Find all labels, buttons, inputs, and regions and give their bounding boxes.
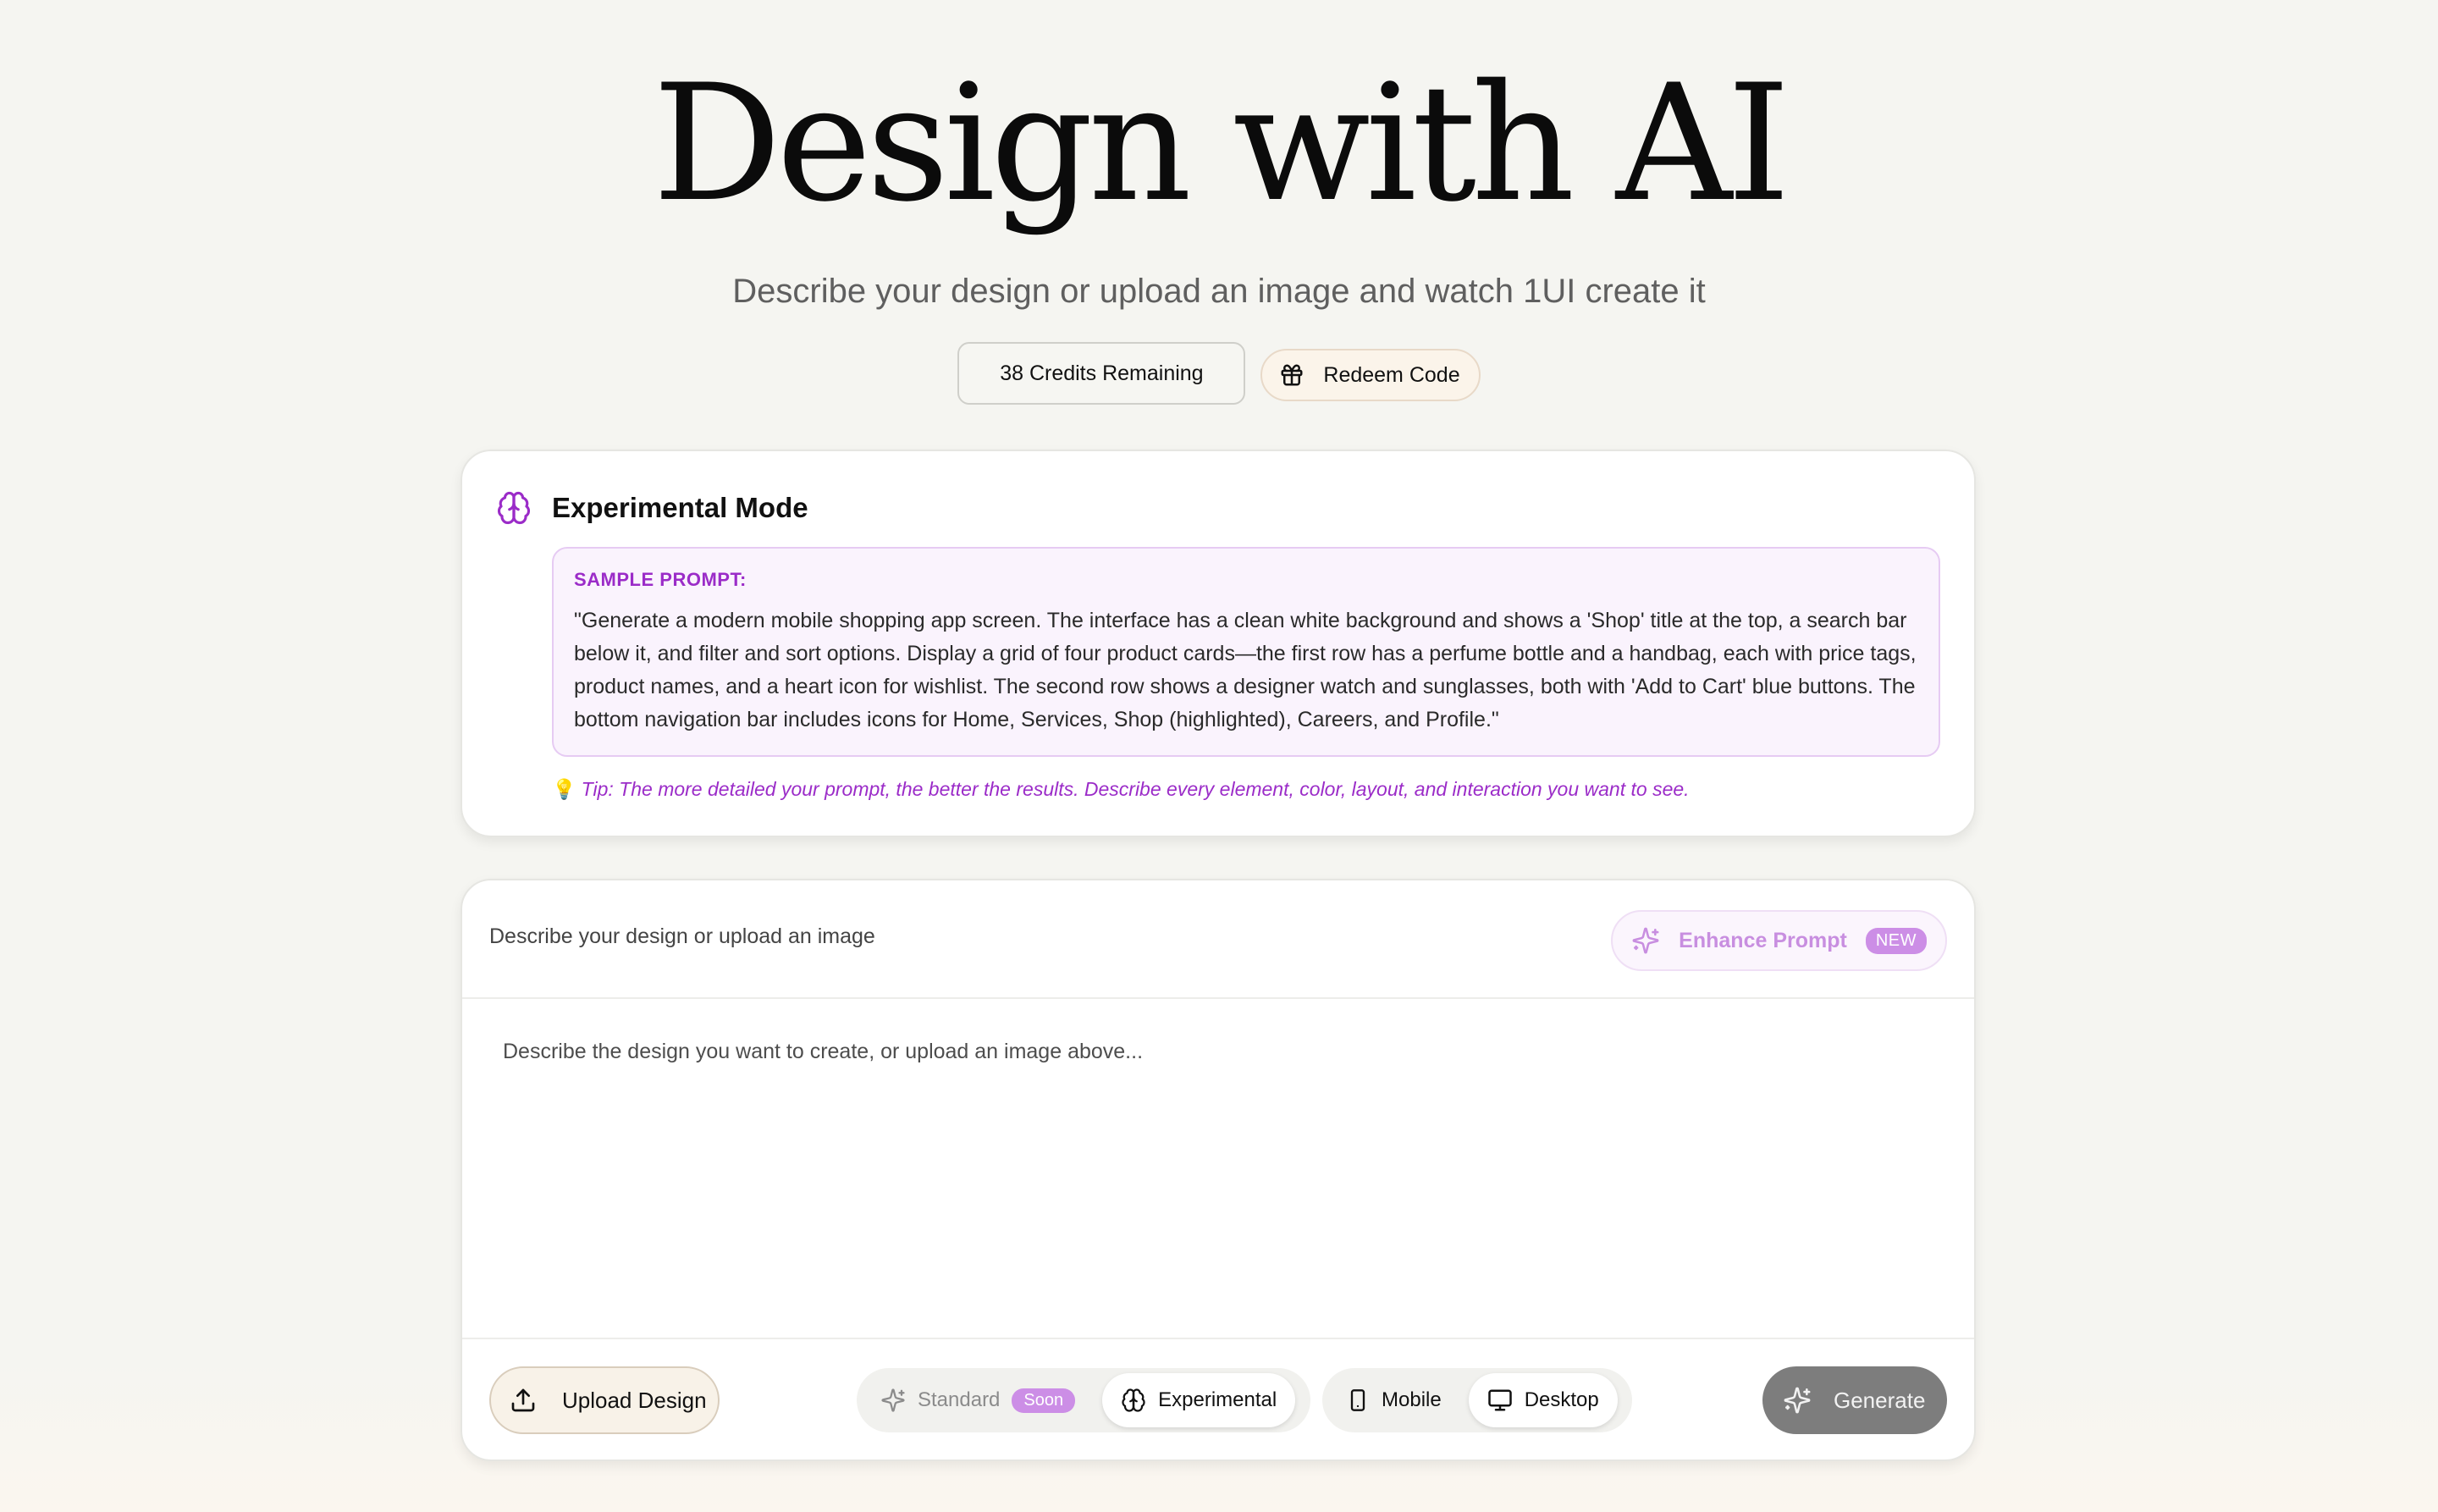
upload-design-label: Upload Design [562, 1387, 707, 1413]
credits-remaining-badge: 38 Credits Remaining [957, 342, 1246, 405]
brain-icon [1121, 1388, 1146, 1413]
mode-experimental-label: Experimental [1158, 1388, 1277, 1411]
prompt-textarea[interactable] [503, 1040, 1933, 1336]
mode-standard-label: Standard [918, 1388, 1001, 1411]
generation-mode-toggle: Standard Soon Experimental [857, 1368, 1310, 1432]
view-desktop-label: Desktop [1524, 1388, 1599, 1411]
enhance-prompt-button[interactable]: Enhance Prompt NEW [1611, 910, 1947, 971]
credits-row: 38 Credits Remaining Redeem Code [0, 342, 2438, 405]
page-title: Design with AI [652, 50, 1790, 237]
prompt-tip: 💡 Tip: The more detailed your prompt, the… [552, 778, 1690, 801]
prompt-composer: Describe your design or upload an image … [461, 879, 1976, 1461]
soon-badge: Soon [1012, 1388, 1076, 1413]
generate-label: Generate [1834, 1387, 1926, 1413]
view-mobile-option[interactable]: Mobile [1327, 1373, 1460, 1427]
composer-label: Describe your design or upload an image [489, 924, 875, 948]
upload-icon [510, 1387, 537, 1414]
experimental-mode-title: Experimental Mode [552, 492, 808, 523]
monitor-icon [1487, 1388, 1513, 1413]
sparkles-icon [880, 1388, 906, 1413]
enhance-prompt-label: Enhance Prompt [1679, 928, 1847, 952]
sparkles-icon [1783, 1386, 1812, 1415]
smartphone-icon [1346, 1388, 1370, 1413]
mode-experimental-option[interactable]: Experimental [1102, 1373, 1296, 1427]
device-view-toggle: Mobile Desktop [1322, 1368, 1632, 1432]
lightbulb-icon: 💡 [552, 778, 576, 800]
sample-prompt-label: SAMPLE PROMPT: [574, 569, 747, 590]
view-desktop-option[interactable]: Desktop [1468, 1373, 1618, 1427]
composer-toolbar: Upload Design Standard Soon Experimental… [462, 1338, 1974, 1460]
sample-prompt-text: "Generate a modern mobile shopping app s… [574, 609, 1917, 731]
sample-prompt-box[interactable]: SAMPLE PROMPT: "Generate a modern mobile… [552, 547, 1940, 757]
sparkles-icon [1631, 926, 1660, 955]
gift-icon [1279, 362, 1304, 388]
brain-icon [496, 490, 532, 526]
generate-button[interactable]: Generate [1762, 1366, 1947, 1434]
mode-standard-option[interactable]: Standard Soon [862, 1373, 1094, 1427]
view-mobile-label: Mobile [1382, 1388, 1442, 1411]
new-badge: NEW [1865, 927, 1927, 954]
prompt-tip-text: Tip: The more detailed your prompt, the … [581, 778, 1690, 800]
page-subtitle: Describe your design or upload an image … [732, 273, 1706, 310]
upload-design-button[interactable]: Upload Design [489, 1366, 720, 1434]
redeem-code-button[interactable]: Redeem Code [1260, 349, 1481, 401]
redeem-code-label: Redeem Code [1323, 362, 1460, 387]
composer-header: Describe your design or upload an image … [462, 880, 1974, 999]
experimental-mode-card: Experimental Mode SAMPLE PROMPT: "Genera… [461, 450, 1976, 837]
